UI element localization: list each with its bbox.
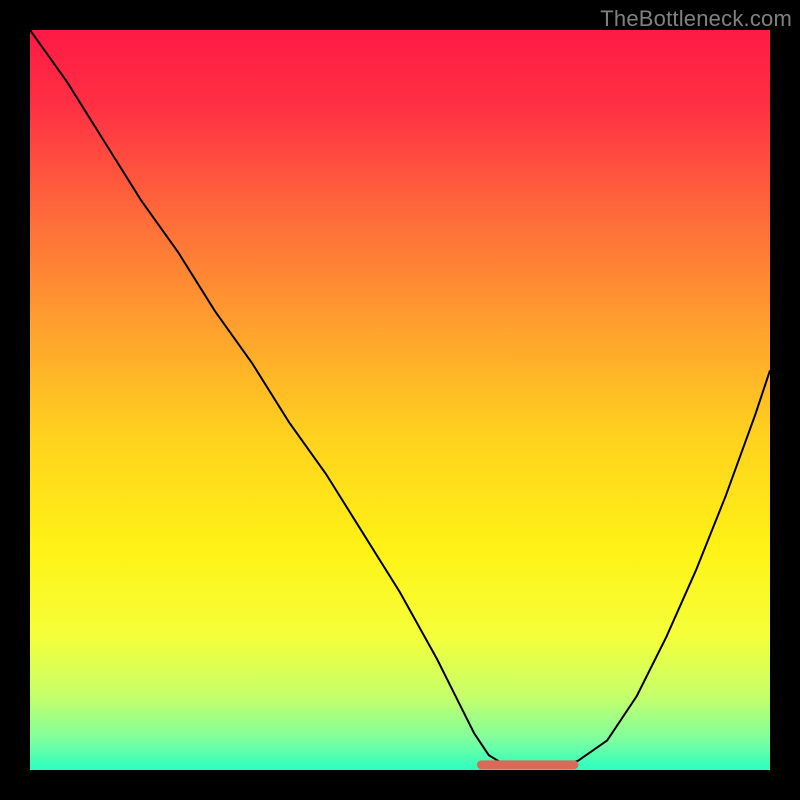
chart-container: TheBottleneck.com — [0, 0, 800, 800]
chart-plot-area — [30, 30, 770, 770]
bottleneck-chart — [0, 0, 800, 800]
watermark-text: TheBottleneck.com — [600, 6, 792, 32]
